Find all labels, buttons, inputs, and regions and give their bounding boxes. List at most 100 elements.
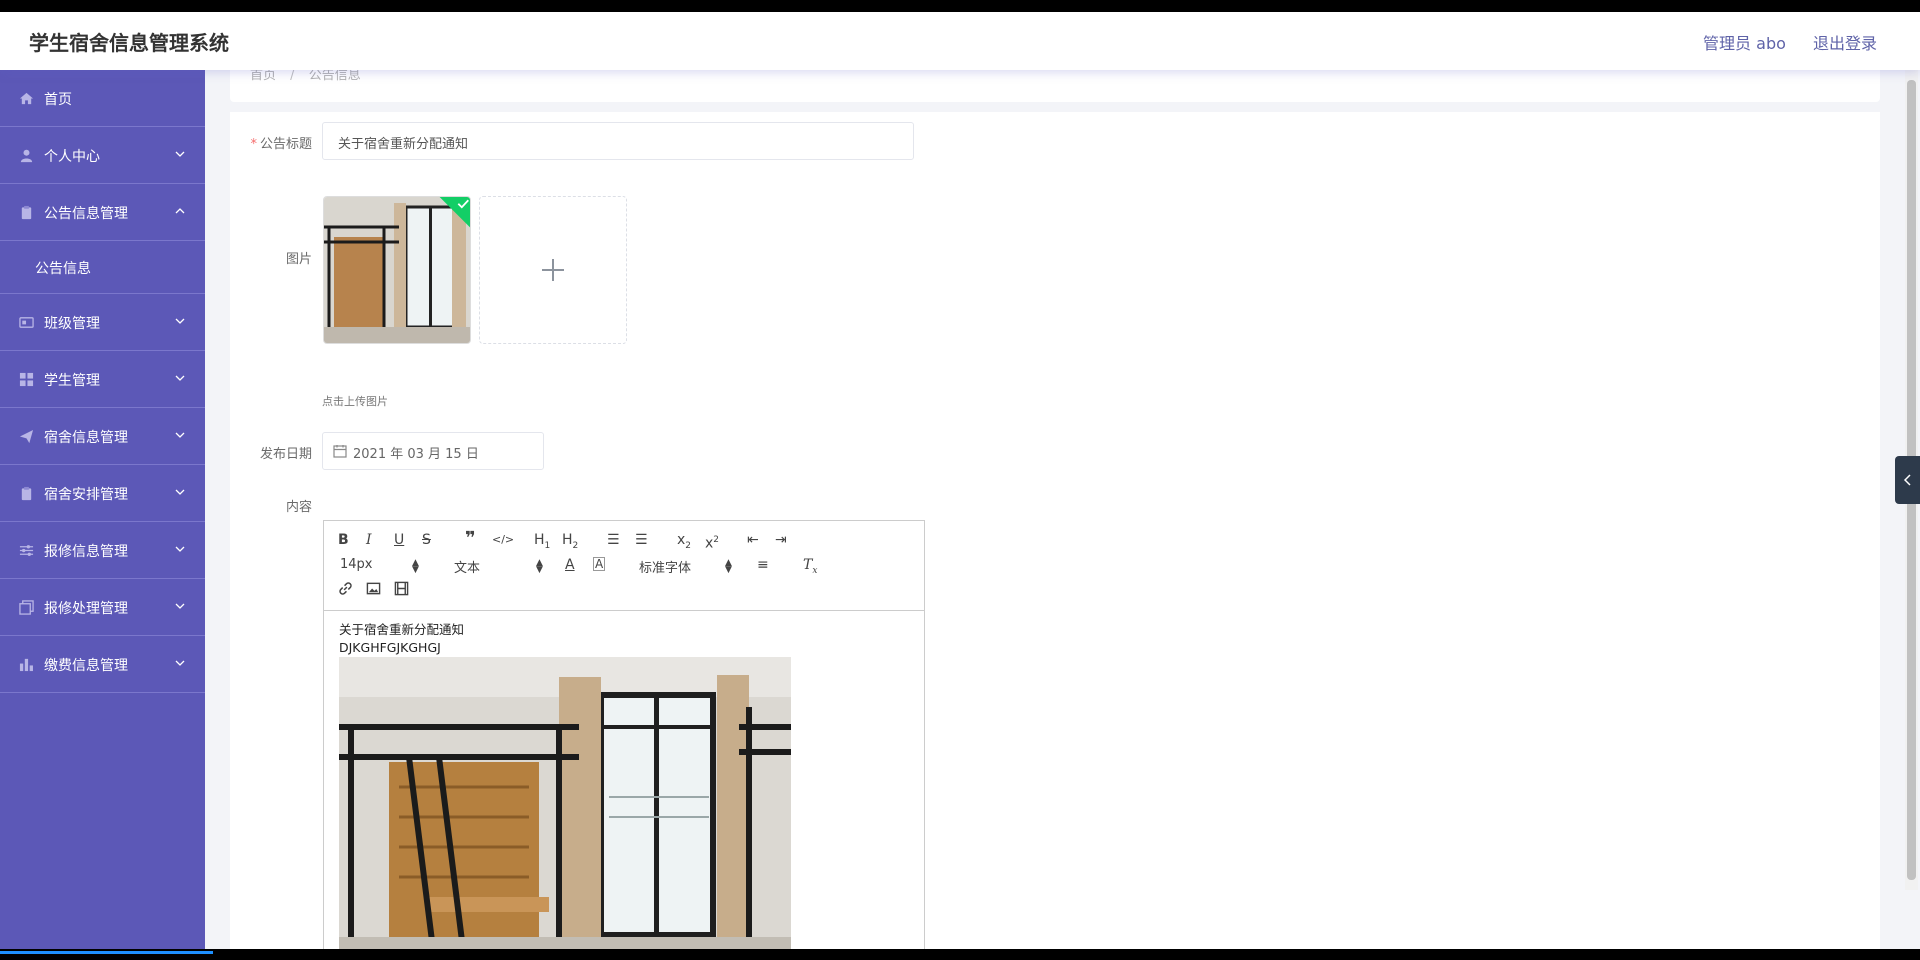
sidebar-item-label: 报修信息管理 — [44, 544, 128, 560]
content-line: 关于宿舍重新分配通知 — [339, 622, 465, 637]
clipboard-icon — [21, 486, 32, 501]
dorm-room-photo — [339, 657, 791, 949]
chevron-left-icon — [1903, 474, 1911, 486]
sidebar-item-label: 宿舍信息管理 — [44, 430, 128, 446]
sidebar-item-profile[interactable]: 个人中心 — [0, 127, 205, 184]
heading2-icon[interactable]: H2 — [562, 532, 578, 554]
chevron-down-icon — [175, 151, 185, 157]
breadcrumb-current: 公告信息 — [308, 68, 361, 83]
sidebar-item-fee-info-management[interactable]: 缴费信息管理 — [0, 636, 205, 693]
sidebar-item-class-management[interactable]: 班级管理 — [0, 294, 205, 351]
sidebar-subitem-notice[interactable]: 公告信息 — [0, 241, 205, 294]
align-icon[interactable]: ≡ — [757, 557, 769, 573]
upload-image-button[interactable] — [479, 196, 627, 344]
italic-icon[interactable]: I — [366, 532, 372, 548]
notice-form: * 公告标题 关于宿舍重新分配通知 图片 点击上传图片 发布日期 2021 年 … — [230, 112, 1880, 949]
chevron-down-icon — [175, 546, 185, 552]
sidebar-item-notice-management[interactable]: 公告信息管理 — [0, 184, 205, 241]
upload-tip: 点击上传图片 — [322, 395, 388, 408]
sidebar-item-dorm-arrangement-management[interactable]: 宿舍安排管理 — [0, 465, 205, 522]
sidebar-subitem-label: 公告信息 — [35, 261, 91, 277]
block-format-select[interactable]: 文本 ▲ ▼ — [454, 557, 544, 577]
sidebar-item-repair-info-management[interactable]: 报修信息管理 — [0, 522, 205, 579]
top-header: 学生宿舍信息管理系统 管理员 abo 退出登录 — [0, 12, 1920, 70]
chevron-down-icon — [175, 489, 185, 495]
breadcrumb-card: 首页 / 公告信息 — [230, 68, 1880, 102]
chevron-up-icon — [175, 208, 185, 214]
sidebar-item-student-management[interactable]: 学生管理 — [0, 351, 205, 408]
bottom-strip — [0, 949, 1920, 960]
background-color-icon[interactable]: A — [593, 557, 606, 571]
chevron-down-icon — [175, 318, 185, 324]
dorm-room-photo-thumbnail — [324, 197, 470, 343]
sidebar-item-label: 班级管理 — [44, 316, 100, 332]
superscript-icon[interactable]: x2 — [705, 532, 719, 552]
title-input[interactable]: 关于宿舍重新分配通知 — [322, 122, 914, 160]
sidebar: 首页 个人中心 公告信息管理 公告信息 班级管理 学生管理 宿舍信息管理 宿舍安… — [0, 70, 205, 949]
bullet-list-icon[interactable]: ☰ — [635, 532, 648, 548]
home-icon — [19, 92, 34, 105]
blockquote-icon[interactable]: ❞ — [465, 530, 476, 548]
subscript-icon[interactable]: x2 — [677, 532, 691, 554]
logout-button[interactable]: 退出登录 — [1813, 34, 1877, 53]
side-panel-toggle[interactable] — [1895, 456, 1920, 504]
loading-progress-bar — [0, 951, 213, 954]
bar-chart-icon — [19, 658, 33, 672]
clear-format-icon[interactable]: Tx — [803, 557, 817, 579]
content-line: DJKGHFGJKGHGJ — [339, 640, 441, 655]
heading1-icon[interactable]: H1 — [534, 532, 550, 554]
image-icon[interactable] — [366, 581, 381, 596]
sidebar-item-label: 个人中心 — [44, 149, 100, 165]
video-icon[interactable] — [394, 581, 409, 596]
chevron-down-icon — [175, 375, 185, 381]
checkmark-icon — [457, 199, 469, 209]
block-format-value: 文本 — [454, 561, 481, 576]
uploaded-image-thumbnail[interactable] — [323, 196, 471, 344]
publish-date-value: 2021 年 03 月 15 日 — [353, 447, 479, 462]
image-label: 图片 — [285, 252, 312, 267]
publish-date-picker[interactable]: 2021 年 03 月 15 日 — [322, 432, 544, 470]
indent-icon[interactable]: ⇥ — [775, 532, 787, 548]
grid-icon — [19, 372, 34, 387]
main-content: 首页 / 公告信息 * 公告标题 关于宿舍重新分配通知 图片 点击上传图片 发布… — [230, 68, 1880, 949]
id-card-icon — [19, 317, 34, 328]
sidebar-item-label: 首页 — [44, 92, 72, 108]
underline-icon[interactable]: U — [394, 532, 404, 548]
code-block-icon[interactable]: </> — [492, 532, 514, 548]
current-user[interactable]: 管理员 abo — [1703, 34, 1786, 53]
sidebar-item-home[interactable]: 首页 — [0, 70, 205, 127]
font-family-value: 标准字体 — [639, 561, 692, 576]
clipboard-icon — [21, 205, 32, 220]
sliders-icon — [19, 545, 34, 556]
select-caret-icon: ▲ ▼ — [412, 558, 419, 575]
copy-icon — [19, 600, 34, 615]
sidebar-item-repair-handling-management[interactable]: 报修处理管理 — [0, 579, 205, 636]
bold-icon[interactable]: B — [338, 532, 349, 548]
calendar-icon — [333, 445, 347, 458]
font-family-select[interactable]: 标准字体 ▲ ▼ — [639, 557, 734, 577]
ordered-list-icon[interactable]: ☰ — [607, 532, 620, 548]
paper-plane-icon — [19, 429, 34, 444]
font-size-select[interactable]: 14px ▲ ▼ — [340, 557, 422, 575]
sidebar-item-label: 缴费信息管理 — [44, 658, 128, 674]
sidebar-item-label: 学生管理 — [44, 373, 100, 389]
sidebar-item-label: 报修处理管理 — [44, 601, 128, 617]
breadcrumb-separator: / — [290, 68, 295, 83]
rich-text-editor: B I U S ❞ </> H1 H2 ☰ ☰ x2 x2 ⇤ ⇥ 14px ▲… — [323, 520, 925, 949]
outdent-icon[interactable]: ⇤ — [747, 532, 759, 548]
select-caret-icon: ▲ ▼ — [536, 558, 543, 575]
link-icon[interactable] — [338, 581, 353, 596]
editor-content[interactable]: 关于宿舍重新分配通知 DJKGHFGJKGHGJ — [339, 621, 791, 949]
chevron-down-icon — [175, 432, 185, 438]
font-color-icon[interactable]: A — [565, 557, 575, 573]
user-icon — [20, 149, 33, 163]
sidebar-item-label: 公告信息管理 — [44, 206, 128, 222]
breadcrumb-home[interactable]: 首页 — [250, 68, 276, 83]
sidebar-item-label: 宿舍安排管理 — [44, 487, 128, 503]
header-actions: 管理员 abo 退出登录 — [1681, 30, 1877, 54]
content-label: 内容 — [285, 500, 312, 515]
app-frame: 学生宿舍信息管理系统 管理员 abo 退出登录 首页 个人中心 公告信息管理 公… — [0, 12, 1920, 949]
title-input-value: 关于宿舍重新分配通知 — [338, 137, 469, 152]
sidebar-item-dorm-info-management[interactable]: 宿舍信息管理 — [0, 408, 205, 465]
strikethrough-icon[interactable]: S — [422, 532, 431, 548]
